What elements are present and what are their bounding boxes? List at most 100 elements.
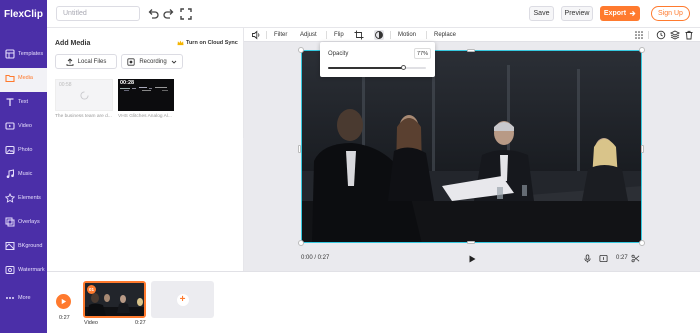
resize-handle-top-right[interactable]	[639, 47, 645, 53]
resize-handle-bottom-left[interactable]	[298, 240, 304, 246]
nav-label: More	[18, 295, 31, 301]
toolbar-divider	[648, 31, 649, 39]
clip-label: Video	[84, 320, 98, 326]
folder-icon	[5, 73, 15, 83]
nav-label: Watermark	[18, 267, 45, 273]
recording-button[interactable]: Recording	[121, 54, 183, 69]
replace-button[interactable]: Replace	[434, 30, 456, 40]
add-scene-button[interactable]: +	[151, 281, 214, 318]
background-icon	[5, 241, 15, 251]
nav-label: Text	[18, 99, 29, 105]
resize-handle-top-left[interactable]	[298, 47, 304, 53]
toolbar-divider	[390, 31, 391, 39]
video-icon	[5, 121, 15, 131]
opacity-slider[interactable]	[328, 65, 426, 70]
video-canvas[interactable]	[301, 50, 642, 243]
nav-templates[interactable]: Templates	[0, 44, 47, 68]
layers-icon[interactable]	[670, 30, 680, 40]
opacity-icon[interactable]	[374, 30, 384, 40]
resize-handle-bottom-right[interactable]	[639, 240, 645, 246]
nav-label: Templates	[18, 51, 44, 57]
sign-up-button[interactable]: Sign Up	[651, 6, 690, 21]
music-icon	[5, 169, 15, 179]
project-name-input[interactable]: Untitled	[56, 6, 140, 21]
trash-icon[interactable]	[684, 30, 694, 40]
redo-icon[interactable]	[163, 8, 175, 20]
nav-video[interactable]: Video	[0, 116, 47, 140]
playback-time: 0:00 / 0:27	[301, 255, 330, 261]
media-thumbnail-business-team[interactable]: 00:58	[55, 79, 113, 111]
motion-button[interactable]: Motion	[398, 30, 416, 40]
crop-icon[interactable]	[354, 30, 364, 40]
toolbar-divider	[326, 31, 327, 39]
split-scissors-icon[interactable]	[631, 254, 640, 263]
nav-label: Overlays	[18, 219, 40, 225]
plus-icon: +	[176, 293, 189, 306]
opacity-value-input[interactable]: 77%	[414, 48, 431, 59]
text-icon	[5, 97, 15, 107]
recording-label: Recording	[139, 58, 167, 65]
play-icon	[61, 298, 67, 305]
grid-icon[interactable]	[634, 30, 644, 40]
opacity-slider-knob[interactable]	[400, 65, 406, 70]
meeting-video-frame	[302, 51, 641, 242]
photo-icon	[5, 145, 15, 155]
clip-index-badge: 01	[87, 285, 96, 294]
export-button[interactable]: Export	[600, 6, 640, 21]
nav-elements[interactable]: Elements	[0, 188, 47, 212]
preview-button[interactable]: Preview	[561, 6, 593, 21]
timeline-clip[interactable]: 01	[83, 281, 146, 318]
timeline-play-button[interactable]	[56, 294, 71, 309]
thumbnail-duration: 00:28	[120, 80, 135, 86]
nav-watermark[interactable]: Watermark	[0, 260, 47, 284]
media-thumbnail-vhs-glitches[interactable]: 00:28	[118, 79, 174, 111]
nav-overlays[interactable]: Overlays	[0, 212, 47, 236]
nav-photo[interactable]: Photo	[0, 140, 47, 164]
adjust-button[interactable]: Adjust	[300, 30, 317, 40]
upload-icon	[66, 57, 74, 66]
nav-text[interactable]: Text	[0, 92, 47, 116]
subtitle-icon[interactable]	[599, 254, 608, 263]
opacity-popover: Opacity 77%	[320, 42, 435, 77]
resize-handle-left[interactable]	[298, 145, 301, 153]
nav-label: Elements	[18, 195, 41, 201]
cloud-sync-link[interactable]: Turn on Cloud Sync	[177, 40, 238, 46]
nav-label: Video	[18, 123, 32, 129]
play-icon[interactable]	[467, 254, 477, 264]
elements-icon	[5, 193, 15, 203]
export-label: Export	[603, 10, 627, 17]
nav-bkground[interactable]: BKground	[0, 236, 47, 260]
media-panel-title: Add Media	[55, 40, 91, 47]
thumbnail-caption: VHS Glitches Analog Al...	[118, 114, 172, 119]
media-panel: Add Media Turn on Cloud Sync Local Files…	[47, 28, 244, 271]
loading-spinner-icon	[80, 91, 89, 100]
timeline-total-time: 0:27	[59, 315, 70, 321]
toolbar-divider	[426, 31, 427, 39]
opacity-label: Opacity	[328, 51, 349, 57]
nav-music[interactable]: Music	[0, 164, 47, 188]
local-files-label: Local Files	[77, 58, 107, 65]
nav-more[interactable]: More	[0, 288, 47, 312]
resize-handle-right[interactable]	[641, 145, 644, 153]
fullscreen-icon[interactable]	[180, 8, 192, 20]
resize-handle-bottom[interactable]	[467, 241, 475, 244]
left-nav: Templates Media Text Video Photo Music E…	[0, 28, 47, 333]
edit-toolbar: Filter Adjust Flip Motion Replace	[244, 28, 700, 42]
resize-handle-top[interactable]	[467, 49, 475, 52]
opacity-slider-fill	[328, 67, 404, 69]
undo-icon[interactable]	[147, 8, 159, 20]
flip-button[interactable]: Flip	[334, 30, 344, 40]
arrow-right-icon	[629, 10, 636, 17]
nav-media[interactable]: Media	[0, 68, 47, 92]
filter-button[interactable]: Filter	[274, 30, 287, 40]
flexclip-logo[interactable]: FlexClip	[0, 0, 47, 28]
nav-label: BKground	[18, 243, 43, 249]
microphone-icon[interactable]	[583, 254, 592, 263]
save-button[interactable]: Save	[529, 6, 554, 21]
local-files-button[interactable]: Local Files	[55, 54, 117, 69]
volume-icon[interactable]	[251, 30, 261, 40]
clock-icon[interactable]	[656, 30, 666, 40]
record-icon	[127, 57, 135, 66]
glitch-lines-image	[120, 87, 168, 91]
cloud-sync-label: Turn on Cloud Sync	[186, 40, 238, 46]
